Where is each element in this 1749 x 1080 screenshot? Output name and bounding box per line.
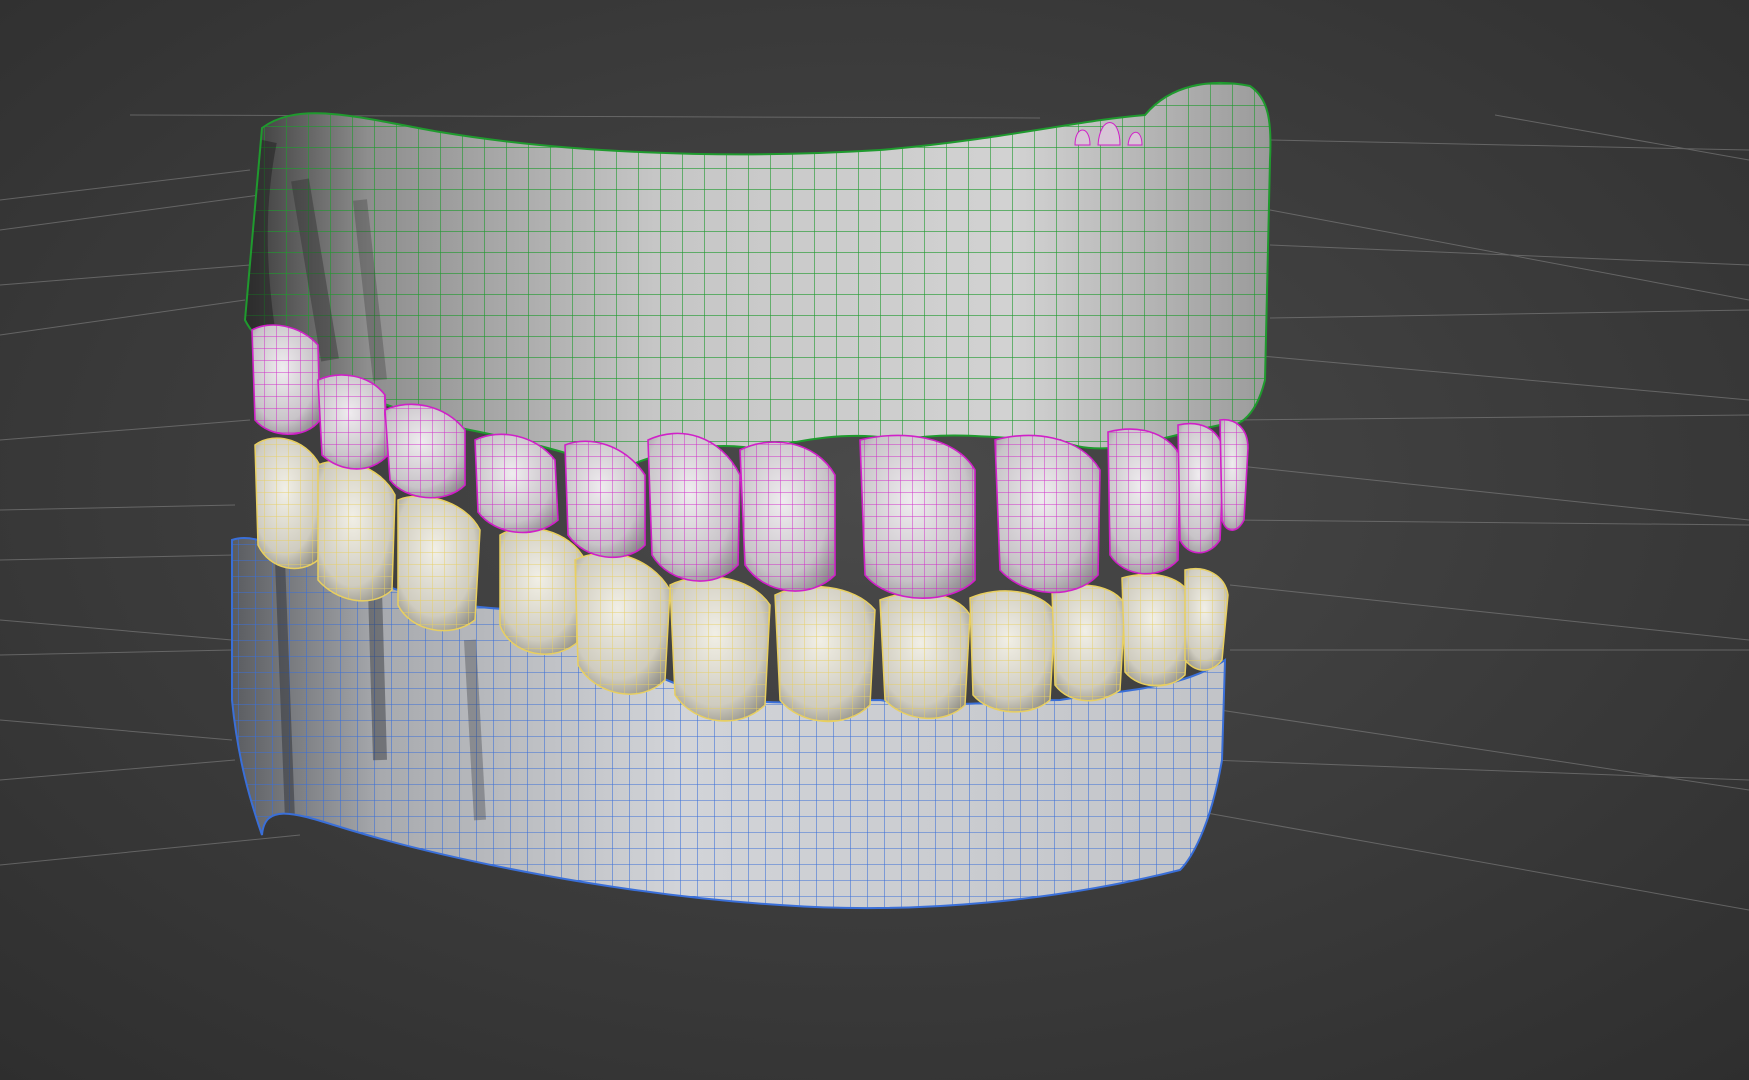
viewport-canvas[interactable] [0, 0, 1749, 1080]
3d-viewport[interactable] [0, 0, 1749, 1080]
